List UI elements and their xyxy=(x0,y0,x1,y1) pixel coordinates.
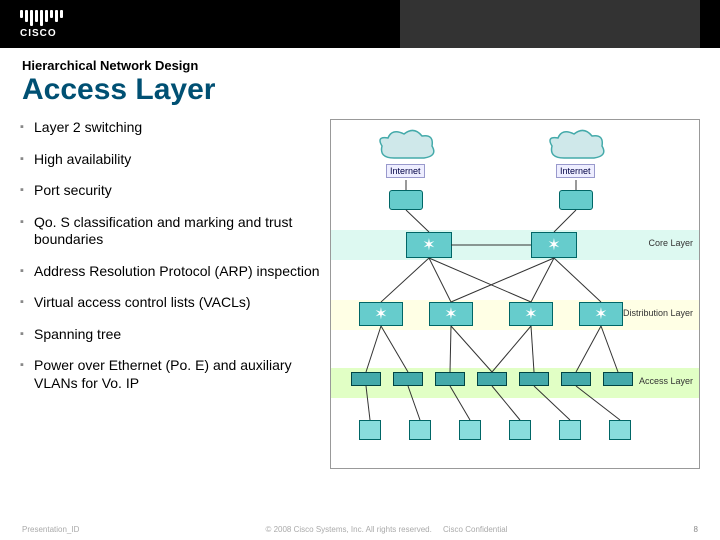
list-item: Port security xyxy=(20,182,320,200)
dist-switch-icon: ✶ xyxy=(509,302,553,326)
footer: Presentation_ID © 2008 Cisco Systems, In… xyxy=(0,525,720,534)
network-diagram: Internet Internet ✶ ✶ Core Layer ✶ ✶ ✶ ✶… xyxy=(330,119,700,469)
dist-switch-icon: ✶ xyxy=(429,302,473,326)
core-layer-band xyxy=(331,230,699,260)
access-switch-icon xyxy=(561,372,591,386)
footer-copyright: © 2008 Cisco Systems, Inc. All rights re… xyxy=(265,525,431,534)
header-photo-strip xyxy=(400,0,700,48)
pc-icon xyxy=(359,420,381,440)
access-switch-icon xyxy=(435,372,465,386)
core-layer-label: Core Layer xyxy=(648,238,693,248)
slide-title: Access Layer xyxy=(22,73,720,107)
pc-icon xyxy=(609,420,631,440)
dist-layer-label: Distribution Layer xyxy=(623,308,693,318)
logo-bars-icon xyxy=(20,10,63,26)
access-switch-icon xyxy=(603,372,633,386)
list-item: High availability xyxy=(20,151,320,169)
list-item: Layer 2 switching xyxy=(20,119,320,137)
list-item: Spanning tree xyxy=(20,326,320,344)
header-bar: CISCO xyxy=(0,0,720,48)
pc-icon xyxy=(459,420,481,440)
page-number: 8 xyxy=(694,525,698,534)
router-icon xyxy=(559,190,593,210)
footer-confidential: Cisco Confidential xyxy=(443,525,507,534)
access-switch-icon xyxy=(519,372,549,386)
pc-icon xyxy=(559,420,581,440)
core-switch-icon: ✶ xyxy=(406,232,452,258)
access-layer-label: Access Layer xyxy=(639,376,693,386)
bullet-list: Layer 2 switching High availability Port… xyxy=(20,119,320,469)
footer-left: Presentation_ID xyxy=(22,525,79,534)
pc-icon xyxy=(409,420,431,440)
dist-switch-icon: ✶ xyxy=(579,302,623,326)
slide-subtitle: Hierarchical Network Design xyxy=(22,58,720,73)
internet-cloud-icon xyxy=(371,128,441,168)
list-item: Qo. S classification and marking and tru… xyxy=(20,214,320,249)
access-switch-icon xyxy=(351,372,381,386)
access-switch-icon xyxy=(393,372,423,386)
dist-switch-icon: ✶ xyxy=(359,302,403,326)
access-switch-icon xyxy=(477,372,507,386)
content-area: Layer 2 switching High availability Port… xyxy=(0,119,720,469)
internet-cloud-icon xyxy=(541,128,611,168)
pc-icon xyxy=(509,420,531,440)
internet-label-left: Internet xyxy=(386,164,425,178)
list-item: Address Resolution Protocol (ARP) inspec… xyxy=(20,263,320,281)
internet-label-right: Internet xyxy=(556,164,595,178)
core-switch-icon: ✶ xyxy=(531,232,577,258)
logo-text: CISCO xyxy=(20,28,57,39)
list-item: Virtual access control lists (VACLs) xyxy=(20,294,320,312)
router-icon xyxy=(389,190,423,210)
cisco-logo: CISCO xyxy=(20,10,63,39)
list-item: Power over Ethernet (Po. E) and auxiliar… xyxy=(20,357,320,392)
